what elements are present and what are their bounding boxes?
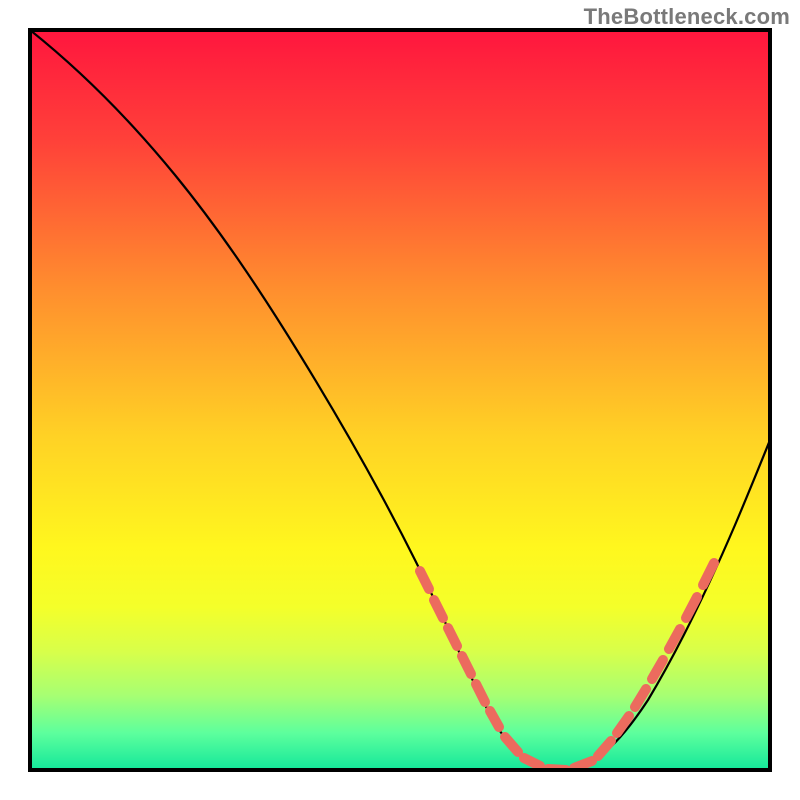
chart-frame: TheBottleneck.com [0,0,800,800]
chart-svg [0,0,800,800]
dash-seg [574,761,592,768]
watermark-text: TheBottleneck.com [584,4,790,30]
